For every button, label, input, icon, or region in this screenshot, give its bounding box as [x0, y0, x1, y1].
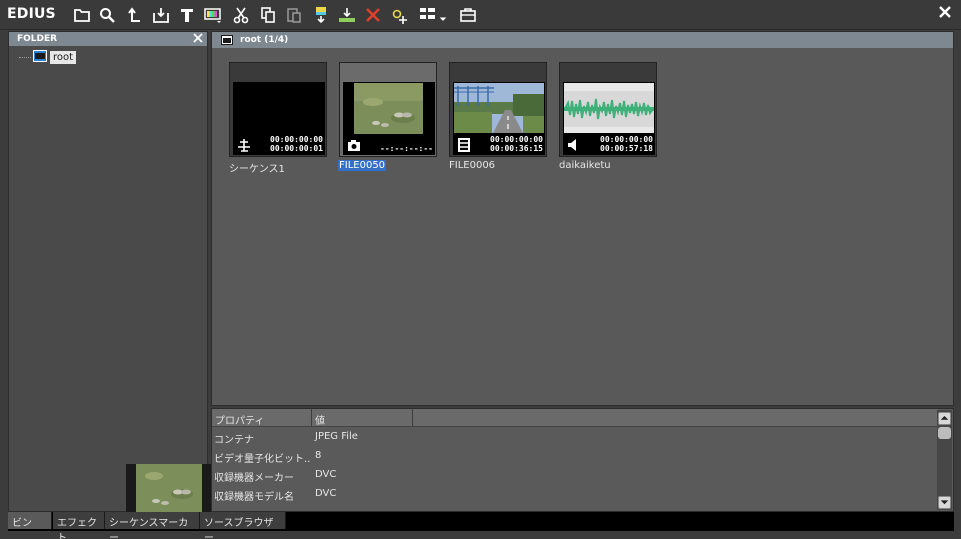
tab-bin[interactable]: ビン [8, 512, 52, 529]
chevron-down-icon[interactable] [437, 5, 449, 25]
tree-item-root[interactable]: root [19, 50, 77, 65]
clip-thumbnail: --:--:--:-- [343, 82, 435, 155]
bin-header: root (1/4) [212, 32, 953, 48]
folder-panel: FOLDER root [8, 31, 208, 512]
clip-timecode-in: 00:00:00:00 [600, 135, 653, 144]
clip-timecode-duration: 00:00:36:15 [490, 144, 543, 153]
insert-icon[interactable] [337, 5, 357, 25]
clip-timecode-duration: --:--:--:-- [380, 144, 433, 153]
add-to-timeline-icon[interactable] [311, 5, 331, 25]
folder-icon[interactable] [72, 5, 92, 25]
clip-timecode-in: 00:00:00:00 [490, 135, 543, 144]
scroll-up-button[interactable] [938, 412, 951, 425]
clip-card-audio[interactable]: 00:00:00:00 00:00:57:18 [559, 62, 657, 157]
bin-path-title: root (1/4) [240, 35, 289, 45]
tree-item-label: root [50, 51, 77, 64]
property-value: DVC [315, 469, 337, 480]
tab-sequence-marker[interactable]: シーケンスマーカー [105, 512, 200, 539]
bin-folder-icon [221, 35, 233, 45]
property-value: 8 [315, 450, 322, 461]
scroll-down-button[interactable] [938, 496, 951, 509]
properties-panel: プロパティ 値 コンテナ JPEG File ビデオ量子化ビット... 8 収録… [211, 408, 954, 512]
bin-panel: root (1/4) 00:00:00:00 00:00:00:01 シーケンス… [211, 31, 954, 406]
clip-timecode-duration: 00:00:57:18 [600, 144, 653, 153]
close-icon[interactable] [937, 4, 953, 20]
properties-header: プロパティ 値 [212, 409, 938, 427]
column-header-value[interactable]: 値 [315, 412, 325, 427]
folder-panel-header: FOLDER [9, 32, 207, 46]
column-divider[interactable] [311, 409, 312, 427]
clip-timecode-duration: 00:00:00:01 [270, 144, 323, 153]
bin-icon[interactable] [458, 5, 478, 25]
clip-name[interactable]: FILE0050 [338, 160, 387, 171]
scroll-thumb[interactable] [938, 427, 951, 439]
up-level-icon[interactable] [125, 5, 145, 25]
properties-scrollbar[interactable] [937, 410, 952, 510]
clip-thumbnail: 00:00:00:00 00:00:57:18 [563, 82, 655, 155]
paste-icon[interactable] [284, 5, 304, 25]
clip-card-video[interactable]: 00:00:00:00 00:00:36:15 [449, 62, 547, 157]
main-toolbar: EDIUS [0, 0, 961, 30]
import-icon[interactable] [151, 5, 171, 25]
properties-icon[interactable] [390, 5, 410, 25]
sequence-icon [237, 138, 251, 152]
clip-card-still[interactable]: --:--:--:-- [339, 62, 437, 157]
column-divider[interactable] [412, 409, 413, 427]
video-clip-icon [457, 138, 471, 152]
clip-name[interactable]: daikaiketu [558, 160, 612, 171]
property-key: 収録機器モデル名 [214, 492, 294, 503]
delete-icon[interactable] [363, 5, 383, 25]
view-icon[interactable] [418, 5, 438, 25]
property-row[interactable]: 収録機器モデル名 DVC [212, 485, 938, 504]
clip-card-sequence[interactable]: 00:00:00:00 00:00:00:01 [229, 62, 327, 157]
property-row[interactable]: 収録機器メーカー DVC [212, 466, 938, 485]
property-value: DVC [315, 488, 337, 499]
clip-timecode-in: 00:00:00:00 [270, 135, 323, 144]
close-icon[interactable] [193, 33, 203, 43]
clip-name[interactable]: FILE0006 [448, 160, 496, 171]
column-header-property[interactable]: プロパティ [215, 412, 264, 427]
clip-thumbnail: 00:00:00:00 00:00:36:15 [453, 82, 545, 155]
property-key: 収録機器メーカー [214, 473, 294, 484]
property-value: JPEG File [315, 431, 358, 442]
property-row[interactable]: コンテナ JPEG File [212, 428, 938, 447]
bin-folder-icon [33, 50, 47, 65]
still-image-icon [347, 138, 361, 152]
search-icon[interactable] [97, 5, 117, 25]
color-bar-icon[interactable] [203, 5, 223, 25]
folder-panel-title: FOLDER [17, 34, 58, 44]
drag-preview-thumbnail [126, 464, 211, 514]
tab-source-browser[interactable]: ソースブラウザー [200, 512, 286, 539]
property-row[interactable]: ビデオ量子化ビット... 8 [212, 447, 938, 466]
cut-icon[interactable] [231, 5, 251, 25]
panel-tab-bar: ビン エフェクト シーケンスマーカー ソースブラウザー [8, 512, 954, 539]
tree-connector [19, 57, 31, 58]
copy-icon[interactable] [258, 5, 278, 25]
property-key: コンテナ [214, 435, 254, 446]
tab-effect[interactable]: エフェクト [53, 512, 105, 539]
property-key: ビデオ量子化ビット... [214, 454, 310, 465]
title-icon[interactable] [177, 5, 197, 25]
clip-thumbnail: 00:00:00:00 00:00:00:01 [233, 82, 325, 155]
clip-name[interactable]: シーケンス1 [228, 160, 286, 175]
audio-clip-icon [567, 138, 581, 152]
app-logo: EDIUS [7, 6, 56, 22]
